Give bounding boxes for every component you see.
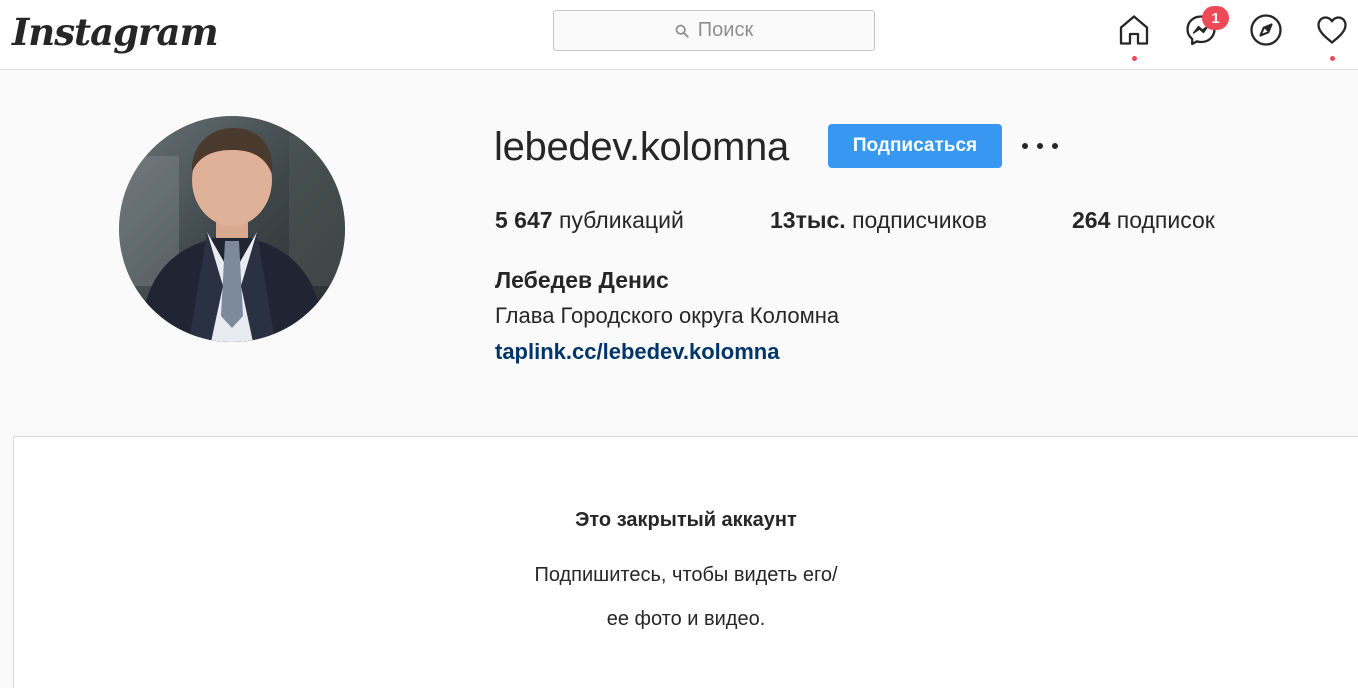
- instagram-logo[interactable]: Instagram: [12, 8, 219, 56]
- messages-badge: 1: [1202, 6, 1229, 30]
- following-value: 264: [1072, 207, 1111, 233]
- search-placeholder: Поиск: [697, 19, 754, 41]
- private-account-title: Это закрытый аккаунт: [575, 509, 797, 531]
- top-navigation-bar: Instagram Поиск 1: [0, 0, 1358, 70]
- private-account-panel: Это закрытый аккаунт Подпишитесь, чтобы …: [13, 436, 1358, 688]
- dot-icon: [1037, 143, 1043, 149]
- dot-icon: [1022, 143, 1028, 149]
- private-account-message: Подпишитесь, чтобы видеть его/ ее фото и…: [14, 553, 1358, 641]
- posts-count: 5 647 публикаций: [495, 205, 684, 235]
- posts-value: 5 647: [495, 207, 553, 233]
- following-label: подписок: [1116, 207, 1215, 233]
- profile-full-name: Лебедев Денис: [495, 267, 669, 293]
- explore-compass-icon[interactable]: [1248, 12, 1284, 48]
- private-message-line-2: ее фото и видео.: [606, 608, 766, 630]
- posts-label: публикаций: [558, 207, 684, 233]
- follow-button[interactable]: Подписаться: [828, 124, 1002, 168]
- following-count[interactable]: 264 подписок: [1072, 205, 1215, 235]
- more-options-icon[interactable]: [1022, 136, 1058, 156]
- search-input[interactable]: Поиск: [553, 10, 875, 51]
- profile-username: lebedev.kolomna: [494, 125, 789, 169]
- followers-count[interactable]: 13тыс. подписчиков: [770, 205, 987, 235]
- activity-dot: [1330, 56, 1335, 61]
- private-message-line-1: Подпишитесь, чтобы видеть его/: [534, 564, 838, 586]
- search-icon: [675, 24, 689, 38]
- followers-label: подписчиков: [852, 207, 987, 233]
- home-icon[interactable]: [1116, 12, 1152, 48]
- profile-avatar[interactable]: [119, 116, 345, 342]
- dot-icon: [1052, 143, 1058, 149]
- followers-value: 13тыс.: [770, 207, 846, 233]
- heart-icon[interactable]: [1314, 12, 1350, 48]
- profile-bio: Глава Городского округа Коломна: [495, 303, 840, 328]
- profile-photo: [119, 116, 345, 342]
- home-activity-dot: [1132, 56, 1137, 61]
- profile-external-link[interactable]: taplink.cc/lebedev.kolomna: [495, 338, 779, 366]
